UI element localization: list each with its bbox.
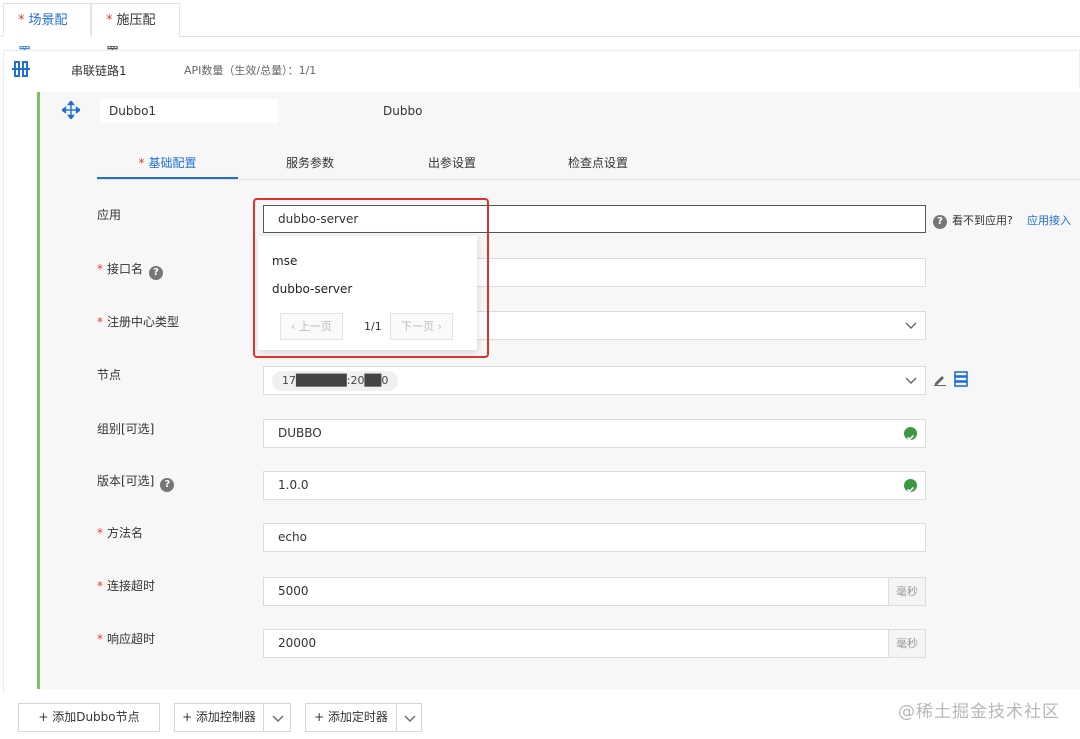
group-value: DUBBO bbox=[278, 426, 322, 440]
interface-label-text: 接口名 bbox=[107, 262, 144, 276]
chain-header: 串联链路1 API数量（生效/总量）：1/1 bbox=[3, 50, 1080, 88]
ms-unit: 毫秒 bbox=[888, 630, 925, 657]
add-controller-button[interactable]: + 添加控制器 bbox=[174, 703, 291, 732]
help-icon[interactable]: ? bbox=[149, 266, 164, 280]
node-tag: 17██████:20██0 bbox=[272, 371, 399, 391]
drag-move-icon[interactable] bbox=[62, 101, 80, 119]
top-tab-bar: *场景配置 *施压配置 bbox=[0, 0, 1080, 61]
ms-unit: 毫秒 bbox=[888, 578, 925, 605]
version-value: 1.0.0 bbox=[278, 478, 309, 492]
tab-basic-config[interactable]: * 基础配置 bbox=[97, 150, 238, 179]
app-help-text: 看不到应用? bbox=[952, 214, 1013, 227]
group-label: 组别[可选] bbox=[97, 422, 155, 436]
app-connect-link[interactable]: 应用接入 bbox=[1027, 212, 1071, 228]
api-count: API数量（生效/总量）：1/1 bbox=[184, 64, 317, 77]
method-label-text: 方法名 bbox=[107, 526, 144, 540]
version-label: 版本[可选]? bbox=[97, 472, 175, 492]
required-mark: * bbox=[106, 13, 113, 28]
interface-label: * 接口名? bbox=[97, 260, 164, 280]
required-mark: * bbox=[97, 315, 103, 329]
edit-icon[interactable] bbox=[933, 372, 947, 386]
conn-timeout-input[interactable]: 5000 毫秒 bbox=[263, 577, 926, 606]
chevron-down-icon bbox=[272, 715, 284, 722]
resp-timeout-input[interactable]: 20000 毫秒 bbox=[263, 629, 926, 658]
watermark: @稀土掘金技术社区 bbox=[898, 702, 1060, 722]
conn-timeout-label-text: 连接超时 bbox=[107, 579, 156, 593]
required-mark: * bbox=[97, 262, 103, 276]
group-input[interactable]: DUBBO bbox=[263, 419, 926, 448]
add-dubbo-node-button[interactable]: + 添加Dubbo节点 bbox=[18, 703, 160, 732]
required-mark: * bbox=[97, 632, 103, 646]
server-list-icon[interactable] bbox=[954, 371, 968, 387]
serial-chain-icon bbox=[12, 61, 30, 77]
required-mark: * bbox=[138, 156, 145, 170]
config-tab-bar: * 基础配置 服务参数 出参设置 检查点设置 bbox=[97, 150, 1080, 180]
timer-dropdown-toggle[interactable] bbox=[396, 704, 422, 731]
chevron-down-icon bbox=[905, 377, 917, 384]
method-label: * 方法名 bbox=[97, 524, 143, 541]
highlight-box bbox=[253, 198, 489, 358]
controller-dropdown-toggle[interactable] bbox=[263, 704, 291, 731]
resp-timeout-label: * 响应超时 bbox=[97, 630, 155, 647]
app-label: 应用 bbox=[97, 208, 122, 222]
resp-timeout-label-text: 响应超时 bbox=[107, 632, 156, 646]
tab-service-params[interactable]: 服务参数 bbox=[277, 150, 343, 179]
node-type: Dubbo bbox=[383, 104, 423, 118]
check-circle-icon bbox=[904, 479, 917, 493]
add-timer-button[interactable]: + 添加定时器 bbox=[305, 703, 422, 732]
required-mark: * bbox=[97, 579, 103, 593]
add-timer-label: + 添加定时器 bbox=[314, 710, 388, 724]
conn-timeout-label: * 连接超时 bbox=[97, 577, 155, 594]
chevron-down-icon bbox=[905, 322, 917, 329]
chevron-down-icon bbox=[404, 715, 416, 722]
tab-checkpoint[interactable]: 检查点设置 bbox=[558, 150, 638, 179]
chain-name: 串联链路1 bbox=[71, 64, 127, 78]
question-icon: ? bbox=[933, 211, 947, 229]
tab-scene-config[interactable]: *场景配置 bbox=[3, 3, 91, 61]
add-controller-label: + 添加控制器 bbox=[182, 710, 256, 724]
tab-load-config[interactable]: *施压配置 bbox=[91, 3, 180, 61]
help-icon[interactable]: ? bbox=[160, 478, 175, 492]
check-circle-icon bbox=[904, 427, 917, 441]
version-label-text: 版本[可选] bbox=[97, 474, 155, 488]
required-mark: * bbox=[18, 13, 25, 28]
node-addr-select[interactable]: 17██████:20██0 bbox=[263, 366, 926, 395]
conn-timeout-value: 5000 bbox=[278, 584, 309, 598]
node-addr-label: 节点 bbox=[97, 368, 122, 382]
required-mark: * bbox=[97, 526, 103, 540]
tab-output-params[interactable]: 出参设置 bbox=[419, 150, 485, 179]
resp-timeout-value: 20000 bbox=[278, 636, 317, 650]
version-input[interactable]: 1.0.0 bbox=[263, 471, 926, 500]
tab-label: 基础配置 bbox=[148, 156, 197, 170]
node-name-input[interactable]: Dubbo1 bbox=[100, 99, 278, 123]
method-input[interactable]: echo bbox=[263, 523, 926, 552]
registry-label: * 注册中心类型 bbox=[97, 313, 179, 330]
registry-label-text: 注册中心类型 bbox=[107, 315, 180, 329]
